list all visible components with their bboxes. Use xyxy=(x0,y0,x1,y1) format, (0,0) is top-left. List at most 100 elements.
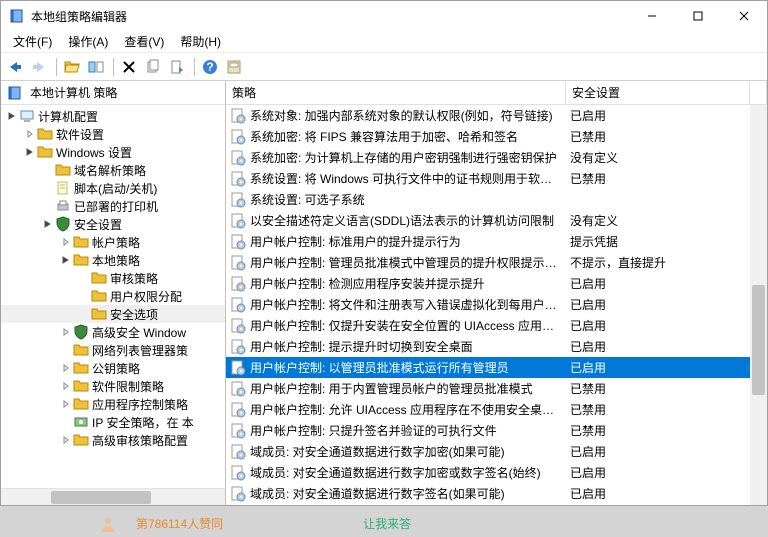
tree-node-dns[interactable]: 域名解析策略 xyxy=(1,161,225,179)
expander-icon[interactable] xyxy=(59,397,73,411)
expander-icon[interactable] xyxy=(23,127,37,141)
policy-row[interactable]: 用户帐户控制: 只提升签名并验证的可执行文件已禁用 xyxy=(226,420,767,441)
policy-row[interactable]: 系统加密: 为计算机上存储的用户密钥强制进行强密钥保护没有定义 xyxy=(226,147,767,168)
policy-item-icon xyxy=(230,129,246,145)
policy-row[interactable]: 以安全描述符定义语言(SDDL)语法表示的计算机访问限制没有定义 xyxy=(226,210,767,231)
expander-icon[interactable] xyxy=(59,253,73,267)
policy-setting: 已启用 xyxy=(570,317,767,334)
tree[interactable]: 计算机配置 软件设置 Windows 设置 域名解析策略 xyxy=(1,105,225,488)
maximize-button[interactable] xyxy=(675,1,721,31)
expander-icon[interactable] xyxy=(59,361,73,375)
menu-file[interactable]: 文件(F) xyxy=(7,31,58,52)
minimize-button[interactable] xyxy=(629,1,675,31)
folder-icon xyxy=(91,306,107,322)
policy-row[interactable]: 系统加密: 将 FIPS 兼容算法用于加密、哈希和签名已禁用 xyxy=(226,126,767,147)
footer-right-text[interactable]: 让我来答 xyxy=(363,515,411,532)
tree-node-softrest[interactable]: 软件限制策略 xyxy=(1,377,225,395)
tree-node-local[interactable]: 本地策略 xyxy=(1,251,225,269)
policy-row[interactable]: 用户帐户控制: 标准用户的提升提示行为提示凭据 xyxy=(226,231,767,252)
tree-node-windows[interactable]: Windows 设置 xyxy=(1,143,225,161)
tree-node-audit[interactable]: 审核策略 xyxy=(1,269,225,287)
policy-setting: 不提示，直接提升 xyxy=(570,254,767,271)
policy-row[interactable]: 系统设置: 将 Windows 可执行文件中的证书规则用于软件...已禁用 xyxy=(226,168,767,189)
policy-row[interactable]: 系统设置: 可选子系统 xyxy=(226,189,767,210)
tree-node-computer-config[interactable]: 计算机配置 xyxy=(1,107,225,125)
expander-icon[interactable] xyxy=(59,235,73,249)
tree-node-rights[interactable]: 用户权限分配 xyxy=(1,287,225,305)
policy-name: 用户帐户控制: 提示提升时切换到安全桌面 xyxy=(250,338,570,355)
tree-node-printers[interactable]: 已部署的打印机 xyxy=(1,197,225,215)
policy-setting: 已启用 xyxy=(570,485,767,502)
footer-left-text: 第786114人赞同 xyxy=(136,515,223,532)
policy-name: 用户帐户控制: 仅提升安装在安全位置的 UIAccess 应用程序 xyxy=(250,317,570,334)
expander-icon[interactable] xyxy=(59,325,73,339)
tree-label: 应用程序控制策略 xyxy=(92,396,188,413)
policy-name: 用户帐户控制: 以管理员批准模式运行所有管理员 xyxy=(250,359,570,376)
tree-node-account[interactable]: 帐户策略 xyxy=(1,233,225,251)
show-pane-button[interactable] xyxy=(86,56,108,78)
tree-label: 已部署的打印机 xyxy=(74,198,158,215)
policy-row[interactable]: 系统对象: 加强内部系统对象的默认权限(例如，符号链接)已启用 xyxy=(226,105,767,126)
tree-node-options[interactable]: 安全选项 xyxy=(1,305,225,323)
copy-button[interactable] xyxy=(143,56,165,78)
policy-row[interactable]: 用户帐户控制: 检测应用程序安装并提示提升已启用 xyxy=(226,273,767,294)
titlebar: 本地组策略编辑器 xyxy=(1,1,767,31)
policy-row[interactable]: 用户帐户控制: 提示提升时切换到安全桌面已启用 xyxy=(226,336,767,357)
list-body[interactable]: 系统对象: 加强内部系统对象的默认权限(例如，符号链接)已启用系统加密: 将 F… xyxy=(226,105,767,505)
tree-node-advaudit[interactable]: 高级审核策略配置 xyxy=(1,431,225,449)
tree-node-scripts[interactable]: 脚本(启动/关机) xyxy=(1,179,225,197)
tree-label: 审核策略 xyxy=(110,270,158,287)
close-button[interactable] xyxy=(721,1,767,31)
forward-button[interactable] xyxy=(29,56,51,78)
list-header: 策略 安全设置 xyxy=(226,81,767,105)
vertical-scrollbar[interactable] xyxy=(750,105,767,505)
policy-name: 系统加密: 为计算机上存储的用户密钥强制进行强密钥保护 xyxy=(250,149,570,166)
folder-icon xyxy=(37,144,53,160)
policy-row[interactable]: 用户帐户控制: 管理员批准模式中管理员的提升权限提示的...不提示，直接提升 xyxy=(226,252,767,273)
column-header-setting[interactable]: 安全设置 xyxy=(566,81,750,104)
tree-node-pubkey[interactable]: 公钥策略 xyxy=(1,359,225,377)
expander-icon[interactable] xyxy=(59,433,73,447)
help-button[interactable] xyxy=(200,56,222,78)
column-header-policy[interactable]: 策略 xyxy=(226,81,566,104)
scrollbar-thumb[interactable] xyxy=(752,285,765,395)
policy-row[interactable]: 用户帐户控制: 允许 UIAccess 应用程序在不使用安全桌面...已禁用 xyxy=(226,399,767,420)
menu-action[interactable]: 操作(A) xyxy=(62,31,114,52)
window-controls xyxy=(629,1,767,31)
back-button[interactable] xyxy=(5,56,27,78)
scrollbar-thumb[interactable] xyxy=(51,491,151,504)
menu-help[interactable]: 帮助(H) xyxy=(174,31,227,52)
tree-node-appctl[interactable]: 应用程序控制策略 xyxy=(1,395,225,413)
tree-node-software[interactable]: 软件设置 xyxy=(1,125,225,143)
tree-header[interactable]: 本地计算机 策略 xyxy=(1,81,225,105)
policy-row[interactable]: 用户帐户控制: 仅提升安装在安全位置的 UIAccess 应用程序已启用 xyxy=(226,315,767,336)
tree-node-security[interactable]: 安全设置 xyxy=(1,215,225,233)
policy-row[interactable]: 用户帐户控制: 用于内置管理员帐户的管理员批准模式已禁用 xyxy=(226,378,767,399)
delete-button[interactable] xyxy=(119,56,141,78)
policy-row[interactable]: 用户帐户控制: 以管理员批准模式运行所有管理员已启用 xyxy=(226,357,767,378)
expander-icon[interactable] xyxy=(23,145,37,159)
menu-view[interactable]: 查看(V) xyxy=(118,31,170,52)
tree-node-ipsec[interactable]: IP 安全策略，在 本 xyxy=(1,413,225,431)
expander-icon[interactable] xyxy=(41,217,55,231)
properties-button[interactable] xyxy=(224,56,246,78)
tree-node-netlist[interactable]: 网络列表管理器策 xyxy=(1,341,225,359)
tree-label: 公钥策略 xyxy=(92,360,140,377)
tree-node-advwin[interactable]: 高级安全 Window xyxy=(1,323,225,341)
export-button[interactable] xyxy=(167,56,189,78)
policy-row[interactable]: 域成员: 对安全通道数据进行数字签名(如果可能)已启用 xyxy=(226,483,767,504)
window-title: 本地组策略编辑器 xyxy=(31,8,127,25)
computer-icon xyxy=(19,108,35,124)
expander-icon[interactable] xyxy=(5,109,19,123)
policy-row[interactable]: 域成员: 对安全通道数据进行数字加密(如果可能)已启用 xyxy=(226,441,767,462)
script-icon xyxy=(55,180,71,196)
policy-setting: 已禁用 xyxy=(570,170,767,187)
menubar: 文件(F) 操作(A) 查看(V) 帮助(H) xyxy=(1,31,767,53)
policy-item-icon xyxy=(230,255,246,271)
expander-icon[interactable] xyxy=(59,379,73,393)
tree-label: 高级安全 Window xyxy=(92,324,186,341)
policy-row[interactable]: 用户帐户控制: 将文件和注册表写入错误虚拟化到每用户位置已启用 xyxy=(226,294,767,315)
tree-hscrollbar[interactable] xyxy=(1,488,225,505)
up-button[interactable] xyxy=(62,56,84,78)
policy-row[interactable]: 域成员: 对安全通道数据进行数字加密或数字签名(始终)已启用 xyxy=(226,462,767,483)
